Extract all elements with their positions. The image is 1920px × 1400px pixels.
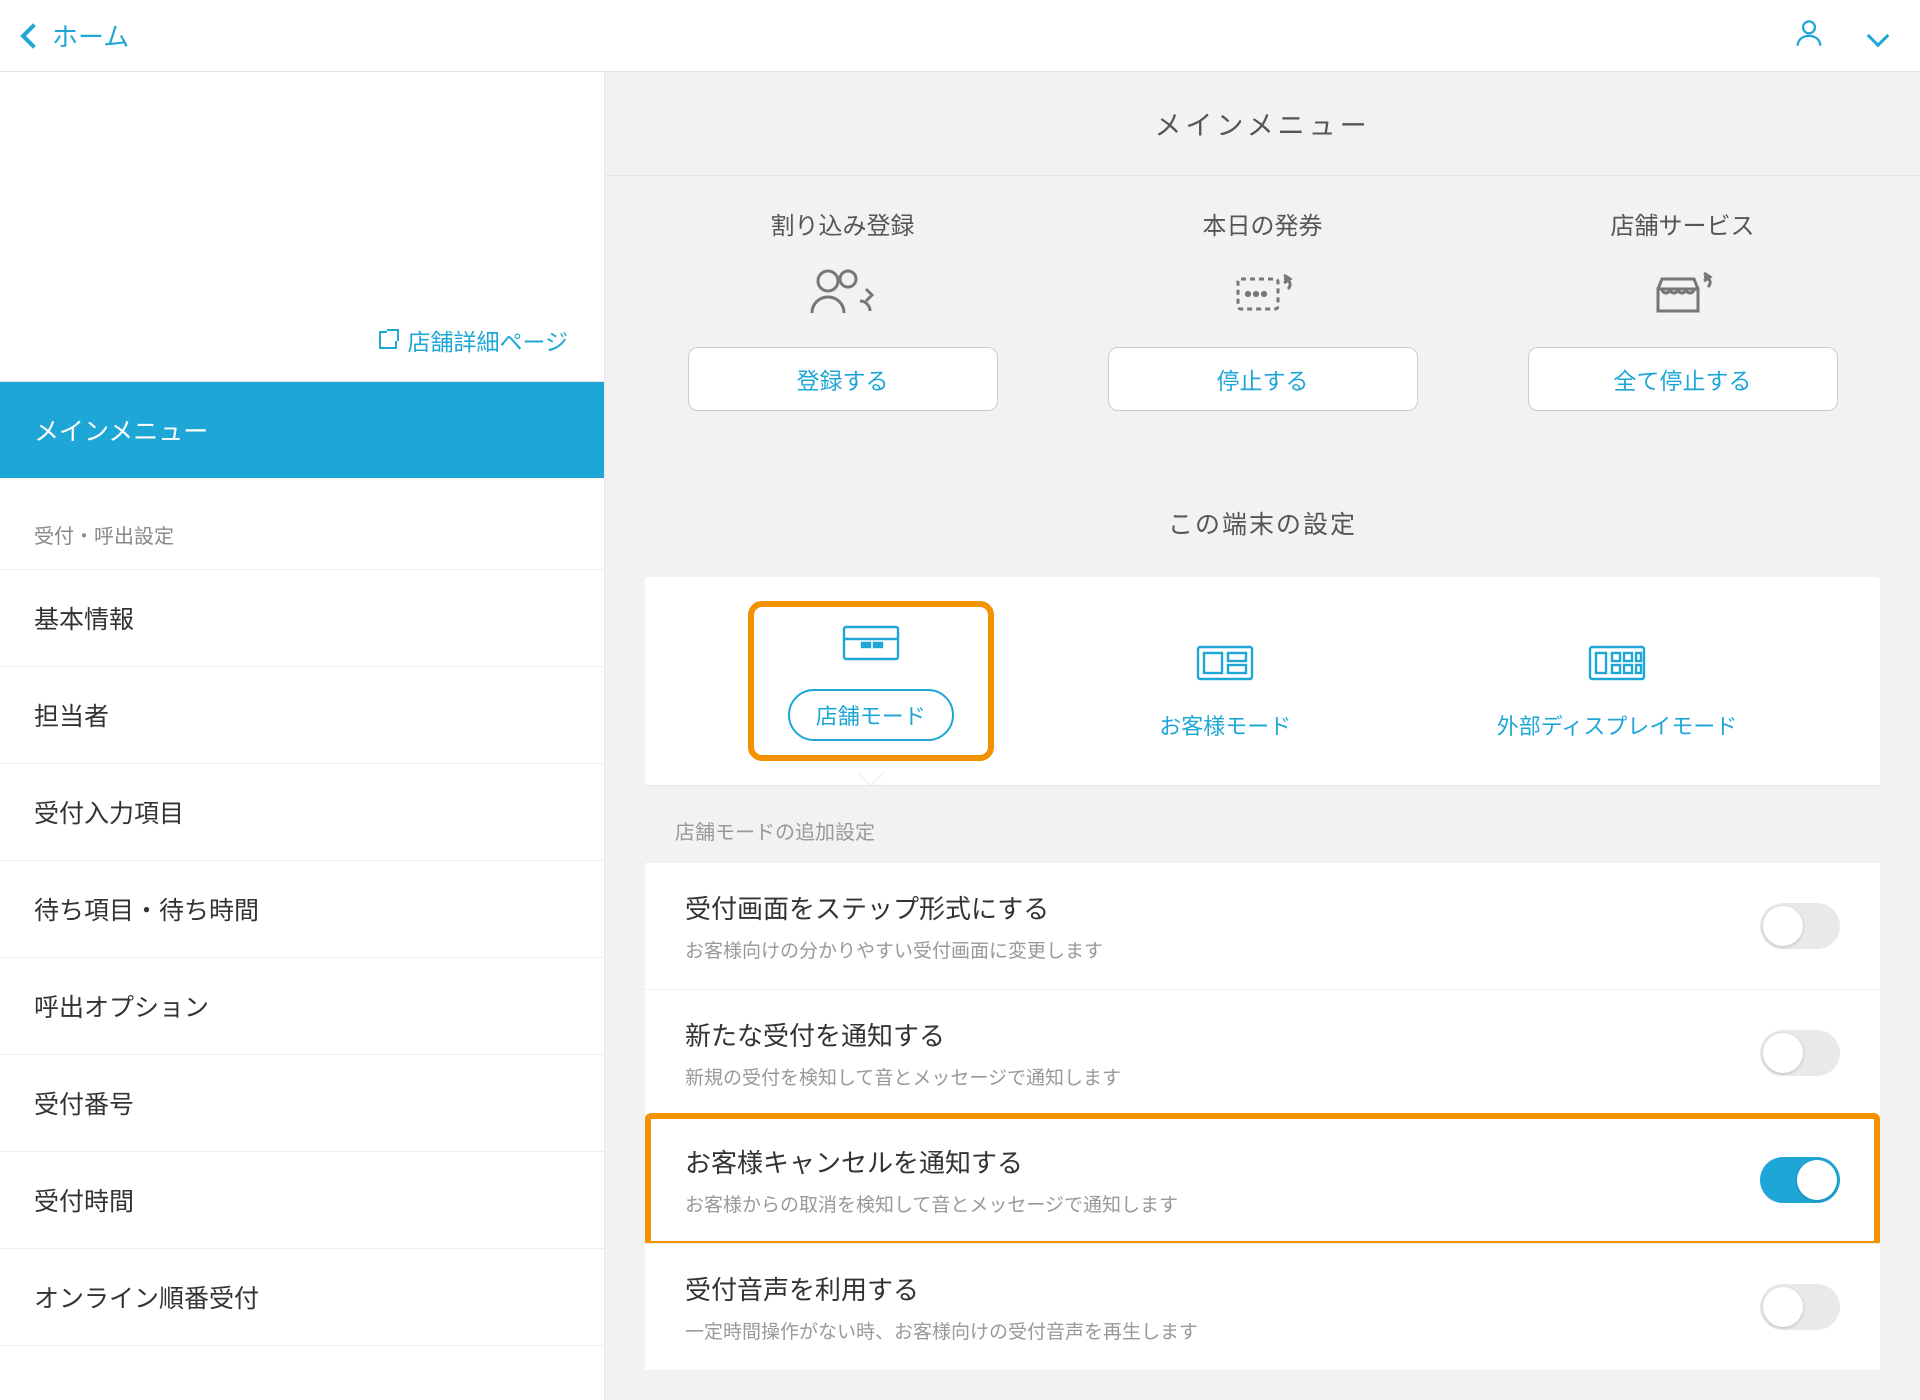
toggle-knob — [1763, 1287, 1803, 1327]
toggle-switch[interactable] — [1760, 1030, 1840, 1076]
sidebar-active-label: メインメニュー — [34, 418, 208, 446]
setting-title: 新たな受付を通知する — [685, 1016, 1121, 1053]
device-settings-title: この端末の設定 — [605, 461, 1920, 577]
sidebar: 店舗詳細ページ メインメニュー 受付・呼出設定 基本情報担当者受付入力項目待ち項… — [0, 72, 605, 1400]
shop-detail-link[interactable]: 店舗詳細ページ — [379, 323, 568, 357]
sidebar-item[interactable]: 基本情報 — [0, 570, 604, 667]
mode-tab[interactable]: お客様モード — [1129, 627, 1321, 755]
setting-title: 受付画面をステップ形式にする — [685, 889, 1103, 926]
sidebar-item-active[interactable]: メインメニュー — [0, 382, 604, 478]
sidebar-item[interactable]: 受付番号 — [0, 1055, 604, 1152]
setting-desc: お客様向けの分かりやすい受付画面に変更します — [685, 936, 1103, 963]
toggle-knob — [1763, 906, 1803, 946]
topbar: ホーム — [0, 0, 1920, 72]
setting-desc: 新規の受付を検知して音とメッセージで通知します — [685, 1063, 1121, 1090]
action-button[interactable]: 停止する — [1108, 347, 1418, 411]
sidebar-section-label: 受付・呼出設定 — [0, 478, 604, 570]
chevron-left-icon — [20, 23, 45, 48]
setting-text: 受付音声を利用する一定時間操作がない時、お客様向けの受付音声を再生します — [685, 1270, 1198, 1344]
setting-row: 受付画面をステップ形式にするお客様向けの分かりやすい受付画面に変更します — [645, 863, 1880, 989]
shop-detail-label: 店舗詳細ページ — [407, 323, 568, 357]
mode-icon — [1194, 641, 1256, 691]
ticket-cycle-icon — [1224, 259, 1302, 329]
settings-list: 受付画面をステップ形式にするお客様向けの分かりやすい受付画面に変更します新たな受… — [645, 863, 1880, 1370]
setting-row: 新たな受付を通知する新規の受付を検知して音とメッセージで通知します — [645, 989, 1880, 1116]
people-cycle-icon — [804, 259, 882, 329]
setting-desc: お客様からの取消を検知して音とメッセージで通知します — [685, 1190, 1178, 1217]
action-label: 店舗サービス — [1611, 206, 1755, 241]
main-title: メインメニュー — [605, 72, 1920, 176]
toggle-knob — [1763, 1033, 1803, 1073]
action-row: 割り込み登録登録する本日の発券停止する店舗サービス全て停止する — [605, 176, 1920, 461]
sidebar-item[interactable]: オンライン順番受付 — [0, 1249, 604, 1346]
sidebar-header: 店舗詳細ページ — [0, 72, 604, 382]
action-label: 割り込み登録 — [771, 206, 915, 241]
mode-tabs: 店舗モード お客様モード 外部ディスプレイモード — [645, 577, 1880, 786]
sidebar-item[interactable]: 待ち項目・待ち時間 — [0, 861, 604, 958]
back-label: ホーム — [52, 17, 129, 54]
setting-row: お客様キャンセルを通知するお客様からの取消を検知して音とメッセージで通知します — [645, 1116, 1880, 1243]
action-button[interactable]: 全て停止する — [1528, 347, 1838, 411]
mode-icon — [1586, 641, 1648, 691]
setting-text: お客様キャンセルを通知するお客様からの取消を検知して音とメッセージで通知します — [685, 1143, 1178, 1217]
sidebar-item[interactable]: 受付入力項目 — [0, 764, 604, 861]
setting-title: お客様キャンセルを通知する — [685, 1143, 1178, 1180]
mode-label: お客様モード — [1159, 709, 1291, 741]
sidebar-item[interactable]: 受付時間 — [0, 1152, 604, 1249]
sidebar-item[interactable]: 担当者 — [0, 667, 604, 764]
setting-text: 新たな受付を通知する新規の受付を検知して音とメッセージで通知します — [685, 1016, 1121, 1090]
toggle-knob — [1797, 1160, 1837, 1200]
action-button[interactable]: 登録する — [688, 347, 998, 411]
mode-label: 外部ディスプレイモード — [1497, 709, 1737, 741]
action-card: 本日の発券停止する — [1083, 206, 1443, 411]
user-icon[interactable] — [1792, 16, 1826, 56]
mode-tab[interactable]: 外部ディスプレイモード — [1467, 627, 1767, 755]
setting-text: 受付画面をステップ形式にするお客様向けの分かりやすい受付画面に変更します — [685, 889, 1103, 963]
mode-settings-label: 店舗モードの追加設定 — [645, 786, 1880, 863]
chevron-down-icon[interactable] — [1867, 24, 1890, 47]
toggle-switch[interactable] — [1760, 1157, 1840, 1203]
mode-icon — [840, 621, 902, 671]
mode-tab[interactable]: 店舗モード — [758, 607, 984, 755]
topbar-right — [1792, 16, 1896, 56]
setting-title: 受付音声を利用する — [685, 1270, 1198, 1307]
back-button[interactable]: ホーム — [24, 17, 129, 54]
action-card: 店舗サービス全て停止する — [1503, 206, 1863, 411]
toggle-switch[interactable] — [1760, 903, 1840, 949]
action-label: 本日の発券 — [1203, 206, 1323, 241]
main-panel: メインメニュー 割り込み登録登録する本日の発券停止する店舗サービス全て停止する … — [605, 72, 1920, 1400]
action-card: 割り込み登録登録する — [663, 206, 1023, 411]
external-link-icon — [379, 331, 397, 349]
setting-row: 受付音声を利用する一定時間操作がない時、お客様向けの受付音声を再生します — [645, 1243, 1880, 1370]
mode-label: 店舗モード — [788, 689, 954, 741]
sidebar-item[interactable]: 呼出オプション — [0, 958, 604, 1055]
setting-desc: 一定時間操作がない時、お客様向けの受付音声を再生します — [685, 1317, 1198, 1344]
toggle-switch[interactable] — [1760, 1284, 1840, 1330]
store-cycle-icon — [1644, 259, 1722, 329]
